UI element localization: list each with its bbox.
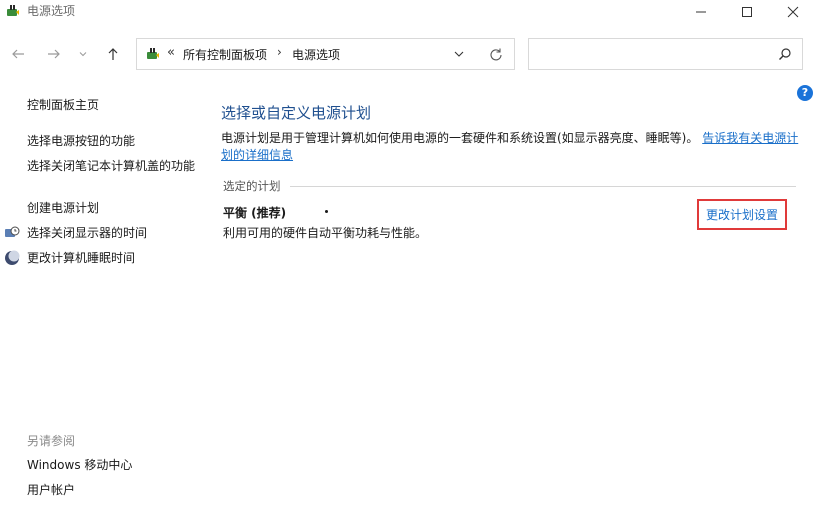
refresh-icon[interactable]	[488, 47, 504, 63]
minimize-button[interactable]	[678, 0, 724, 24]
plan-description: 利用可用的硬件自动平衡功耗与性能。	[223, 226, 428, 240]
maximize-icon	[742, 7, 752, 17]
up-arrow-icon	[108, 48, 118, 60]
up-button[interactable]	[101, 40, 125, 68]
forward-button[interactable]	[42, 40, 66, 68]
selected-plan-label: 选定的计划	[223, 179, 281, 193]
see-also-mobility-center[interactable]: Windows 移动中心	[27, 457, 132, 474]
sidebar-item-power-buttons[interactable]: 选择电源按钮的功能	[27, 133, 135, 150]
chevron-down-icon	[79, 52, 87, 57]
page-title: 选择或自定义电源计划	[221, 104, 372, 122]
back-button[interactable]	[6, 40, 30, 68]
sidebar-item-lid-close[interactable]: 选择关闭笔记本计算机盖的功能	[27, 158, 197, 175]
address-bar[interactable]: « 所有控制面板项 › 电源选项	[136, 38, 515, 70]
change-plan-settings-label: 更改计划设置	[705, 208, 778, 222]
power-options-icon	[7, 5, 19, 16]
plan-name: 平衡 (推荐)	[223, 206, 287, 220]
search-input[interactable]	[528, 38, 803, 70]
power-options-icon	[147, 48, 159, 59]
window-title: 电源选项	[27, 4, 76, 18]
sidebar-control-panel-home[interactable]: 控制面板主页	[27, 97, 99, 114]
breadcrumb-separator[interactable]: ›	[277, 45, 282, 59]
minimize-icon	[696, 11, 706, 13]
forward-arrow-icon	[48, 49, 60, 59]
see-also-label: 另请参阅	[27, 434, 76, 448]
power-options-window: 电源选项 « 所有控制面板项 › 电源选项 ? 控制面板主页 选择电源按钮的功能…	[0, 0, 816, 516]
close-icon	[787, 6, 799, 18]
description-text: 电源计划是用于管理计算机如何使用电源的一套硬件和系统设置(如显示器亮度、睡眠等)…	[221, 131, 699, 145]
page-description: 电源计划是用于管理计算机如何使用电源的一套硬件和系统设置(如显示器亮度、睡眠等)…	[221, 130, 799, 164]
display-icon	[5, 226, 20, 237]
chevron-down-icon[interactable]	[452, 47, 466, 61]
close-button[interactable]	[770, 0, 816, 24]
sidebar-item-display-off[interactable]: 选择关闭显示器的时间	[27, 225, 147, 242]
recent-locations-button[interactable]	[73, 40, 93, 68]
see-also-user-accounts[interactable]: 用户帐户	[27, 482, 75, 499]
section-divider	[290, 186, 796, 187]
breadcrumb-overflow[interactable]: «	[167, 45, 175, 60]
breadcrumb-all-control-panel-items[interactable]: 所有控制面板项	[183, 46, 267, 63]
breadcrumb-power-options[interactable]: 电源选项	[292, 46, 340, 63]
change-plan-settings-link[interactable]: 更改计划设置	[697, 199, 787, 230]
decorative-dot	[325, 210, 328, 213]
title-bar: 电源选项	[0, 0, 816, 24]
sleep-moon-icon	[5, 250, 20, 265]
maximize-button[interactable]	[724, 0, 770, 24]
back-arrow-icon	[12, 49, 24, 59]
sidebar-item-sleep-time[interactable]: 更改计算机睡眠时间	[27, 250, 135, 267]
help-icon[interactable]: ?	[797, 85, 813, 101]
sidebar-item-create-plan[interactable]: 创建电源计划	[27, 200, 99, 217]
search-icon	[779, 48, 791, 60]
